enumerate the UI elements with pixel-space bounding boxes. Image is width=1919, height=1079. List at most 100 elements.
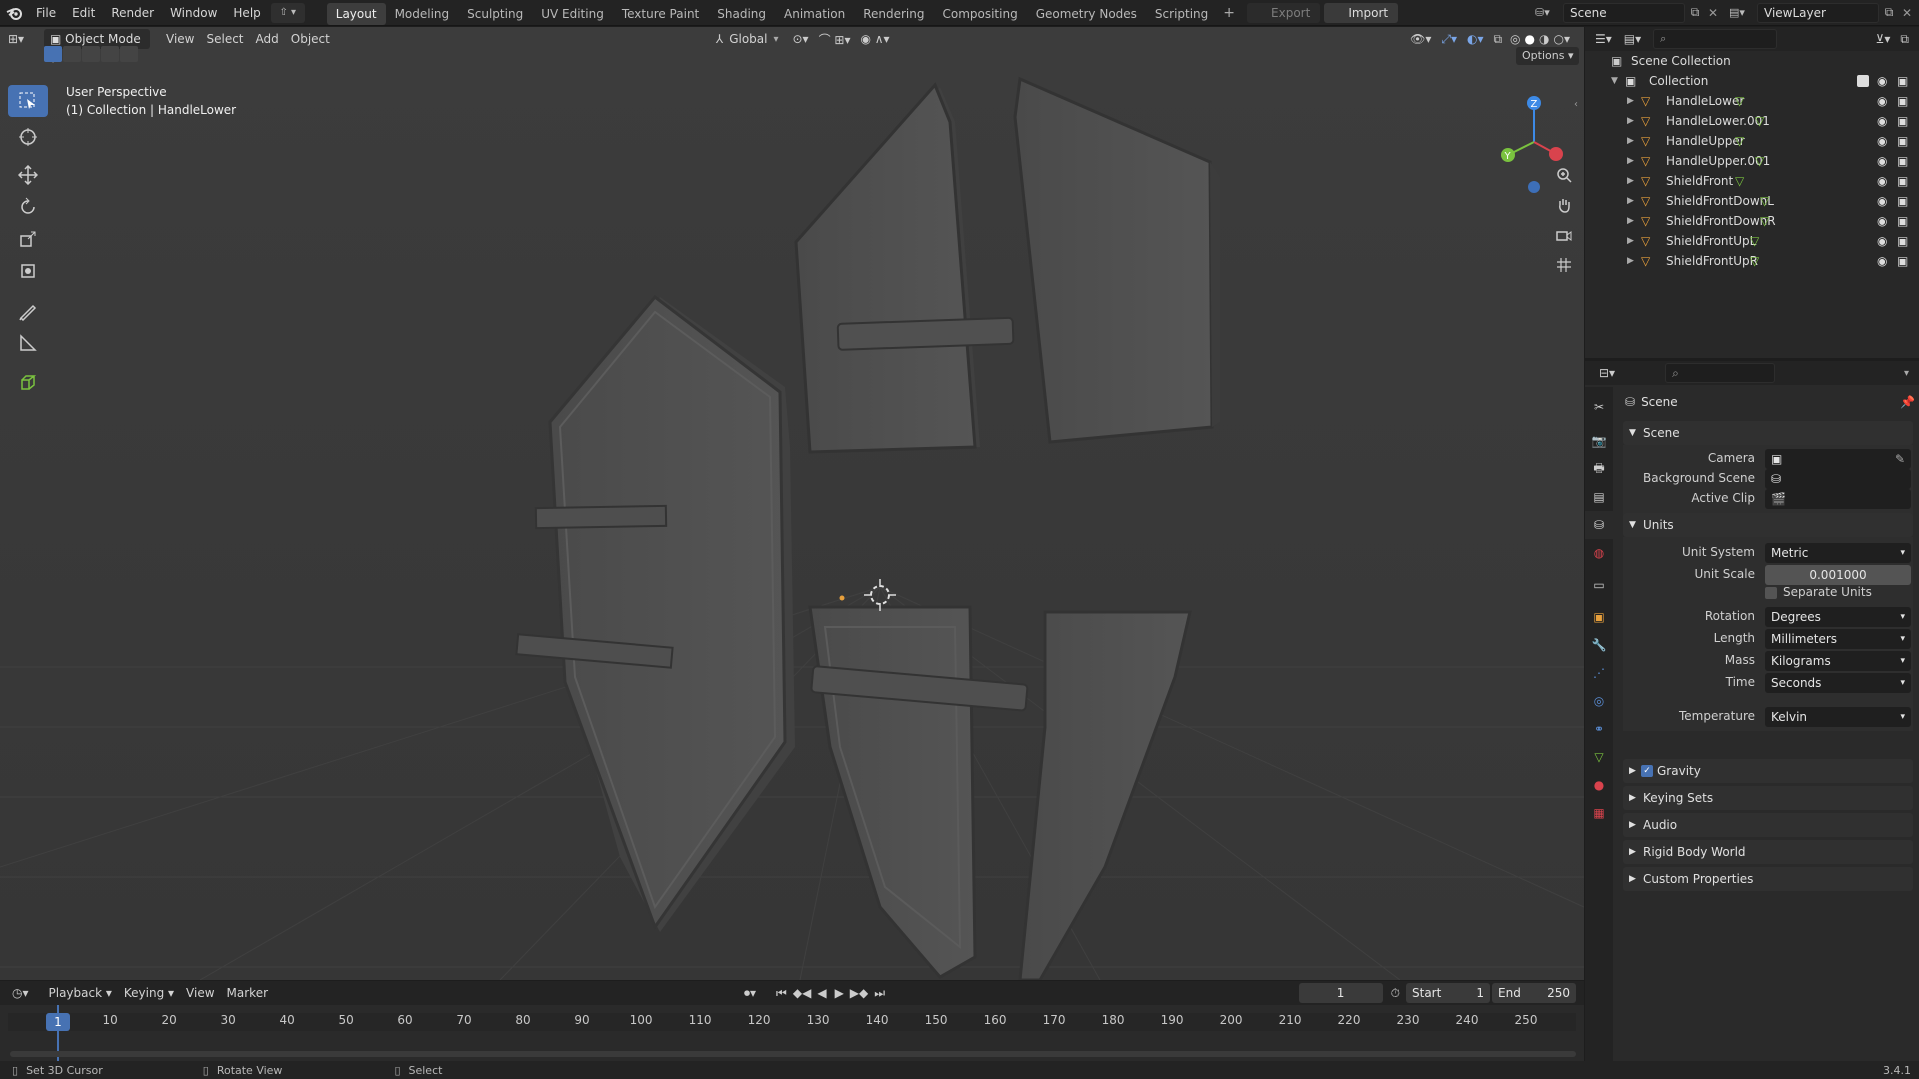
expand-arrow-icon[interactable]: ▶ <box>1627 131 1634 151</box>
menu-help[interactable]: Help <box>225 0 268 26</box>
keying-sets-panel-header[interactable]: ▶ Keying Sets <box>1623 786 1913 810</box>
new-collection-icon[interactable]: ⧉ <box>1900 32 1909 47</box>
menu-file[interactable]: File <box>28 0 64 26</box>
mass-dropdown[interactable]: Kilograms ▾ <box>1765 651 1911 671</box>
visibility-eye-icon[interactable]: ◉ <box>1877 71 1887 91</box>
select-invert-icon[interactable] <box>101 46 119 62</box>
outliner-object-row[interactable]: ▶ ▽ ShieldFrontDownR ▽ ◉ ▣ <box>1585 211 1919 231</box>
mesh-data-icon[interactable]: ▽ <box>1735 91 1744 111</box>
menu-edit[interactable]: Edit <box>64 0 103 26</box>
active-clip-field[interactable]: 🎬 <box>1765 489 1911 509</box>
select-extend-icon[interactable] <box>63 46 81 62</box>
overlay-toggle-icon[interactable]: ◐▾ <box>1467 32 1484 46</box>
tab-uv-editing[interactable]: UV Editing <box>532 3 613 25</box>
mesh-data-icon[interactable]: ▽ <box>1735 131 1744 151</box>
expand-arrow-icon[interactable]: ▶ <box>1627 211 1634 231</box>
timeline-scrollbar[interactable] <box>10 1051 1576 1057</box>
new-viewlayer-icon[interactable]: ⧉ <box>1879 5 1899 20</box>
mesh-data-icon[interactable]: ▽ <box>1750 251 1759 271</box>
tab-output[interactable]: 🖶 <box>1585 455 1613 483</box>
rotate-tool[interactable] <box>8 191 48 223</box>
snap-icon[interactable]: ⌒ ⊞▾ <box>819 31 851 48</box>
add-workspace-icon[interactable]: + <box>1217 5 1241 21</box>
tab-modifiers[interactable]: 🔧 <box>1585 631 1613 659</box>
background-scene-field[interactable]: ⛁ <box>1765 469 1911 489</box>
visibility-eye-icon[interactable]: ◉ <box>1877 131 1887 151</box>
outliner-object-row[interactable]: ▶ ▽ HandleLower.001 ▽ ◉ ▣ <box>1585 111 1919 131</box>
tab-constraints[interactable]: ⚭ <box>1585 715 1613 743</box>
length-dropdown[interactable]: Millimeters ▾ <box>1765 629 1911 649</box>
shading-material-icon[interactable]: ◑ <box>1539 32 1549 46</box>
tab-view-layer[interactable]: ▤ <box>1585 483 1613 511</box>
eyedropper-icon[interactable]: ✎ <box>1895 449 1905 469</box>
measure-tool[interactable] <box>8 327 48 359</box>
viewlayer-selector[interactable]: ▤▾ ViewLayer ⧉ ✕ <box>1729 2 1915 23</box>
gravity-panel-header[interactable]: ▶ ✓ Gravity <box>1623 759 1913 783</box>
expand-arrow-icon[interactable]: ▶ <box>1627 151 1634 171</box>
visibility-eye-icon[interactable]: ◉ <box>1877 251 1887 271</box>
scene-collection-row[interactable]: ▣ Scene Collection <box>1585 51 1919 71</box>
tab-material[interactable]: ● <box>1585 771 1613 799</box>
editor-dropdown[interactable]: ⇧ ▾ <box>270 2 305 23</box>
tab-object[interactable]: ▣ <box>1585 603 1613 631</box>
collection-row[interactable]: ▼ ▣ Collection ◉ ▣ <box>1585 71 1919 91</box>
visibility-eye-icon[interactable]: ◉ <box>1877 151 1887 171</box>
unit-scale-field[interactable]: 0.001000 <box>1765 565 1911 585</box>
expand-arrow-icon[interactable]: ▼ <box>1611 71 1618 91</box>
render-camera-icon[interactable]: ▣ <box>1897 231 1908 251</box>
render-camera-icon[interactable]: ▣ <box>1897 211 1908 231</box>
xray-icon[interactable]: ⧉ <box>1493 32 1502 47</box>
new-scene-icon[interactable]: ⧉ <box>1685 5 1705 20</box>
render-camera-icon[interactable]: ▣ <box>1897 151 1908 171</box>
viewport-scene[interactable] <box>0 27 1584 980</box>
menu-object[interactable]: Object <box>285 29 336 49</box>
annotate-tool[interactable] <box>8 295 48 327</box>
tab-animation[interactable]: Animation <box>775 3 854 25</box>
tab-layout[interactable]: Layout <box>326 2 386 25</box>
tab-scene[interactable]: ⛁ <box>1585 511 1613 539</box>
mesh-data-icon[interactable]: ▽ <box>1760 191 1769 211</box>
tab-compositing[interactable]: Compositing <box>933 3 1026 25</box>
add-cube-tool[interactable] <box>8 367 48 399</box>
editor-type-icon[interactable]: ⊞▾ <box>8 32 44 46</box>
menu-render[interactable]: Render <box>103 0 162 26</box>
scene-selector[interactable]: ⛁▾ Scene ⧉ ✕ <box>1535 2 1721 23</box>
expand-arrow-icon[interactable]: ▶ <box>1627 111 1634 131</box>
pin-icon[interactable]: 📌 <box>1900 395 1915 409</box>
unit-system-dropdown[interactable]: Metric ▾ <box>1765 543 1911 563</box>
gizmo-x-axis[interactable] <box>1549 147 1563 161</box>
menu-select[interactable]: Select <box>200 29 249 49</box>
ortho-grid-icon[interactable] <box>1552 253 1576 277</box>
render-camera-icon[interactable]: ▣ <box>1897 111 1908 131</box>
scale-tool[interactable] <box>8 223 48 255</box>
expand-arrow-icon[interactable]: ▶ <box>1627 91 1634 111</box>
visibility-icon[interactable]: 👁▾ <box>1410 32 1431 46</box>
menu-add[interactable]: Add <box>250 29 285 49</box>
outliner-object-row[interactable]: ▶ ▽ ShieldFront ▽ ◉ ▣ <box>1585 171 1919 191</box>
blender-logo-icon[interactable] <box>0 6 28 20</box>
select-subtract-icon[interactable] <box>82 46 100 62</box>
mesh-data-icon[interactable]: ▽ <box>1735 171 1744 191</box>
outliner-editor-icon[interactable]: ☰▾ <box>1595 32 1612 46</box>
outliner-object-row[interactable]: ▶ ▽ HandleLower ▽ ◉ ▣ <box>1585 91 1919 111</box>
visibility-eye-icon[interactable]: ◉ <box>1877 211 1887 231</box>
gravity-checkbox[interactable]: ✓ <box>1641 765 1653 777</box>
render-camera-icon[interactable]: ▣ <box>1897 191 1908 211</box>
viewlayer-name-field[interactable]: ViewLayer <box>1757 2 1879 23</box>
tab-shading[interactable]: Shading <box>708 3 775 25</box>
select-box-tool[interactable] <box>8 85 48 117</box>
visibility-eye-icon[interactable]: ◉ <box>1877 171 1887 191</box>
transform-tool[interactable] <box>8 255 48 287</box>
tab-sculpting[interactable]: Sculpting <box>458 3 532 25</box>
tab-render[interactable]: 📷 <box>1585 427 1613 455</box>
visibility-eye-icon[interactable]: ◉ <box>1877 231 1887 251</box>
separate-units-checkbox[interactable] <box>1765 587 1777 599</box>
shading-wireframe-icon[interactable]: ◎ <box>1510 32 1520 46</box>
options-dropdown[interactable]: Options ▾ <box>1516 47 1580 65</box>
pivot-icon[interactable]: ⊙▾ <box>793 32 809 46</box>
shading-solid-icon[interactable]: ● <box>1525 32 1535 46</box>
scene-name-field[interactable]: Scene <box>1563 2 1685 23</box>
3d-viewport[interactable]: ⊞▾ ▣ Object Mode ▾ View Select Add Objec… <box>0 27 1584 980</box>
outliner-object-row[interactable]: ▶ ▽ HandleUpper ▽ ◉ ▣ <box>1585 131 1919 151</box>
rigid-body-panel-header[interactable]: ▶ Rigid Body World <box>1623 840 1913 864</box>
